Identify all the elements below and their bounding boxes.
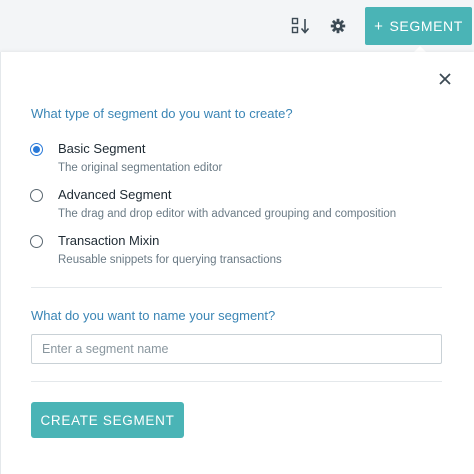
divider — [31, 381, 442, 382]
create-segment-dialog: What type of segment do you want to crea… — [0, 52, 474, 474]
top-toolbar: + SEGMENT — [0, 0, 474, 52]
plus-icon: + — [374, 17, 384, 35]
segment-type-question: What type of segment do you want to crea… — [31, 106, 293, 121]
divider — [31, 287, 442, 288]
add-segment-label: SEGMENT — [389, 18, 463, 34]
close-icon[interactable] — [436, 70, 454, 88]
option-title: Basic Segment — [58, 141, 146, 156]
option-description: Reusable snippets for querying transacti… — [58, 254, 282, 266]
option-title: Transaction Mixin — [58, 233, 160, 248]
create-segment-button[interactable]: CREATE SEGMENT — [31, 402, 184, 438]
option-description: The drag and drop editor with advanced g… — [58, 208, 397, 220]
segment-name-question: What do you want to name your segment? — [31, 308, 276, 323]
gear-icon[interactable] — [325, 13, 351, 39]
option-description: The original segmentation editor — [58, 162, 223, 174]
radio-advanced-segment[interactable] — [30, 189, 43, 202]
add-segment-button[interactable]: + SEGMENT — [365, 7, 472, 45]
radio-transaction-mixin[interactable] — [30, 235, 43, 248]
sort-list-icon[interactable] — [288, 13, 314, 39]
segment-name-input[interactable] — [31, 334, 442, 364]
radio-basic-segment[interactable] — [30, 143, 43, 156]
option-title: Advanced Segment — [58, 187, 172, 202]
